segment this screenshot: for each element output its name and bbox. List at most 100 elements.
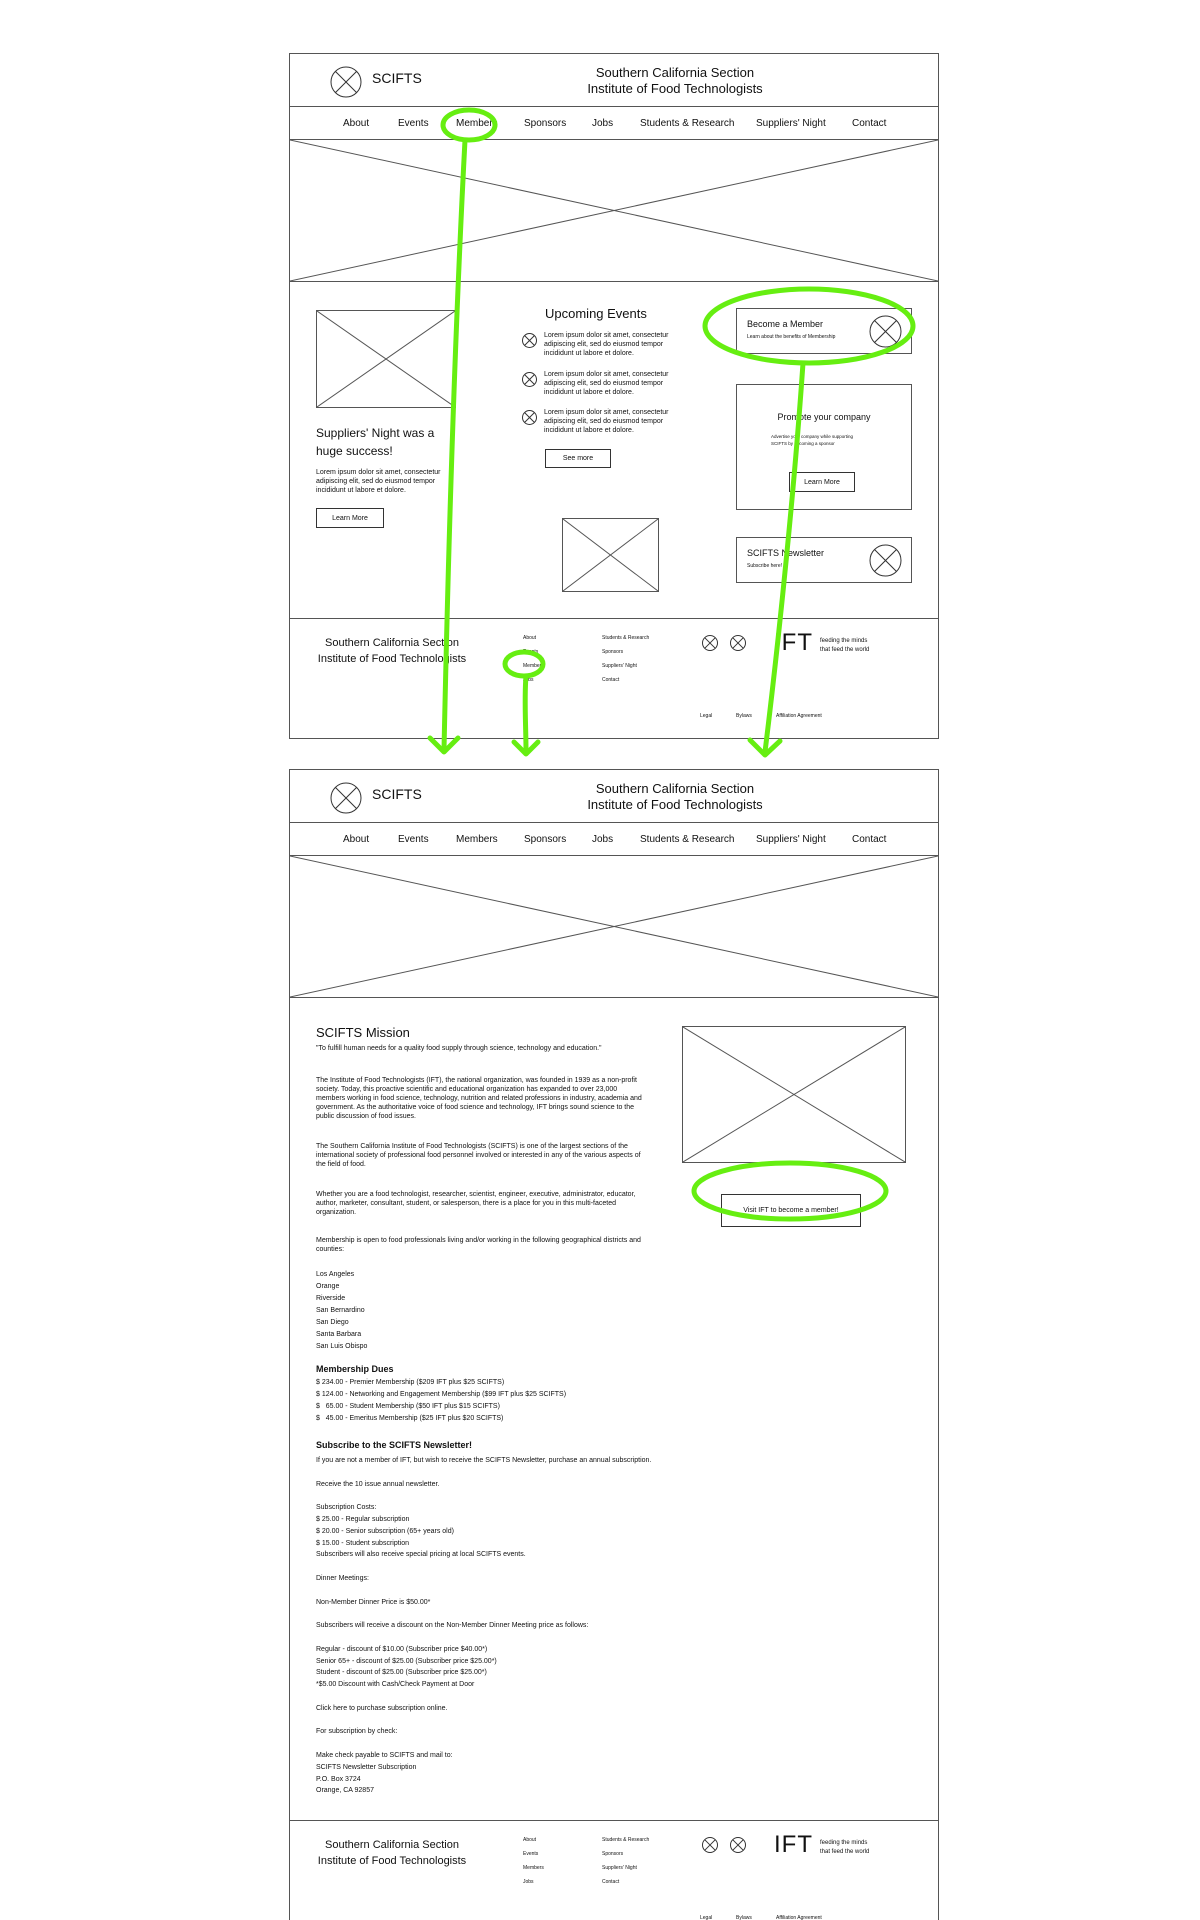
arrowhead [511,739,541,757]
footer-link-sponsors[interactable]: Sponsors [602,649,623,655]
subscribe-line: Subscribers will also receive special pr… [316,1551,526,1559]
promote-title: Promote your company [777,412,871,422]
nav-events[interactable]: Events [398,834,429,845]
subscribe-line: $ 20.00 - Senior subscription (65+ years… [316,1527,454,1535]
dues-title: Membership Dues [316,1364,394,1374]
footer-link-suppliers-night[interactable]: Suppliers' Night [602,1865,637,1871]
subscribe-line: Subscription Costs: [316,1504,377,1512]
feature-text: Lorem ipsum dolor sit amet, consectetur … [316,469,441,494]
hero-image-placeholder [290,856,938,998]
nav-sponsors[interactable]: Sponsors [524,118,566,129]
social-icon[interactable] [702,635,718,651]
subscribe-line [316,1468,716,1480]
footer-link-affiliation-agreement[interactable]: Affiliation Agreement [776,713,822,719]
nav-suppliers-night[interactable]: Suppliers' Night [756,118,826,129]
subscribe-line: Non-Member Dinner Price is $50.00* [316,1598,431,1606]
nav-students-research[interactable]: Students & Research [640,118,735,129]
event-text: Lorem ipsum dolor sit amet, consectetur … [544,371,669,396]
see-more-button[interactable]: See more [545,449,611,468]
footer-title: Southern California Section Institute of… [317,637,467,665]
county: Los Angeles [316,1271,355,1278]
social-icon[interactable] [730,635,746,651]
subscribe-line: Orange, CA 92857 [316,1787,374,1795]
feature-learn-more-button[interactable]: Learn More [316,508,384,528]
footer-title: Southern California Section Institute of… [317,1839,467,1867]
logo-text[interactable]: SCIFTS [372,70,422,86]
dues-item: $ 124.00 - Networking and Engagement Mem… [316,1391,567,1398]
main-nav: About Events Members Sponsors Jobs Stude… [290,823,938,856]
subscribe-line: For subscription by check: [316,1728,398,1736]
footer-link-sponsors[interactable]: Sponsors [602,1851,623,1857]
footer-link-contact[interactable]: Contact [602,677,619,683]
nav-contact[interactable]: Contact [852,834,886,845]
ift-logo[interactable]: IFT [774,629,813,657]
nav-jobs[interactable]: Jobs [592,118,613,129]
nav-events[interactable]: Events [398,118,429,129]
visit-ift-button[interactable]: Visit IFT to become a member! [721,1194,861,1227]
footer-link-affiliation-agreement[interactable]: Affiliation Agreement [776,1915,822,1920]
nav-members[interactable]: Members [456,118,498,129]
subscribe-line [316,1491,716,1503]
nav-jobs[interactable]: Jobs [592,834,613,845]
subscribe-line [316,1609,716,1621]
logo-icon[interactable] [330,66,362,98]
social-icon[interactable] [702,1837,718,1853]
footer-link-jobs[interactable]: Jobs [523,1879,534,1885]
nav-sponsors[interactable]: Sponsors [524,834,566,845]
county: Riverside [316,1295,346,1302]
nav-about[interactable]: About [343,118,369,129]
footer-link-about[interactable]: About [523,1837,536,1843]
subscribe-line: *$5.00 Discount with Cash/Check Payment … [316,1681,475,1689]
promote-company-card: Promote your company Advertise your comp… [736,384,912,510]
newsletter-subtitle: Subscribe here! [747,563,783,569]
footer-link-legal[interactable]: Legal [700,713,712,719]
footer-link-events[interactable]: Events [523,1851,538,1857]
subscribe-line [316,1562,716,1574]
subscribe-line: If you are not a member of IFT, but wish… [316,1457,652,1464]
become-member-card[interactable]: Become a Member Learn about the benefits… [736,308,912,354]
subscribe-line [316,1716,716,1728]
ift-logo[interactable]: IFT [774,1831,813,1859]
image-placeholder [562,518,659,592]
logo-text[interactable]: SCIFTS [372,786,422,802]
mission-paragraph-1: The Institute of Food Technologists (IFT… [316,1077,642,1120]
arrowhead [747,737,783,758]
footer-link-students-research[interactable]: Students & Research [602,635,649,641]
mission-quote: "To fulfill human needs for a quality fo… [316,1045,602,1052]
nav-suppliers-night[interactable]: Suppliers' Night [756,834,826,845]
subscribe-line: P.O. Box 3724 [316,1775,361,1783]
newsletter-card[interactable]: SCIFTS Newsletter Subscribe here! [736,537,912,583]
subscribe-line: $ 15.00 - Student subscription [316,1539,410,1547]
footer-link-bylaws[interactable]: Bylaws [736,1915,752,1920]
subscribe-title: Subscribe to the SCIFTS Newsletter! [316,1440,473,1450]
main-nav: About Events Members Sponsors Jobs Stude… [290,107,938,140]
county: Santa Barbara [316,1331,362,1338]
social-icon[interactable] [730,1837,746,1853]
subscribe-line [316,1692,716,1704]
dues-item: $ 65.00 - Student Membership ($50 IFT pl… [316,1403,500,1410]
nav-contact[interactable]: Contact [852,118,886,129]
logo-icon[interactable] [330,782,362,814]
promote-learn-more-button[interactable]: Learn More [789,472,855,492]
dues-item: $ 234.00 - Premier Membership ($209 IFT … [316,1379,505,1386]
footer-link-bylaws[interactable]: Bylaws [736,713,752,719]
footer-link-jobs[interactable]: Jobs [523,677,534,683]
footer-link-members[interactable]: Members [523,1865,544,1871]
footer-link-suppliers-night[interactable]: Suppliers' Night [602,663,637,669]
footer-link-legal[interactable]: Legal [700,1915,712,1920]
ift-tagline: feeding the minds that feed the world [820,638,870,653]
nav-about[interactable]: About [343,834,369,845]
footer-link-events[interactable]: Events [523,649,538,655]
footer-link-students-research[interactable]: Students & Research [602,1837,649,1843]
footer-link-contact[interactable]: Contact [602,1879,619,1885]
nav-students-research[interactable]: Students & Research [640,834,735,845]
subscribe-line[interactable]: Click here to purchase subscription onli… [316,1704,716,1716]
subscribe-line [316,1633,716,1645]
site-header: SCIFTS Southern California Section Insti… [290,770,938,823]
nav-members[interactable]: Members [456,834,498,845]
footer-link-about[interactable]: About [523,635,536,641]
hero-image-placeholder [290,140,938,282]
county: San Luis Obispo [316,1343,368,1350]
dues-item: $ 45.00 - Emeritus Membership ($25 IFT p… [316,1415,504,1422]
footer-link-members[interactable]: Members [523,663,544,669]
